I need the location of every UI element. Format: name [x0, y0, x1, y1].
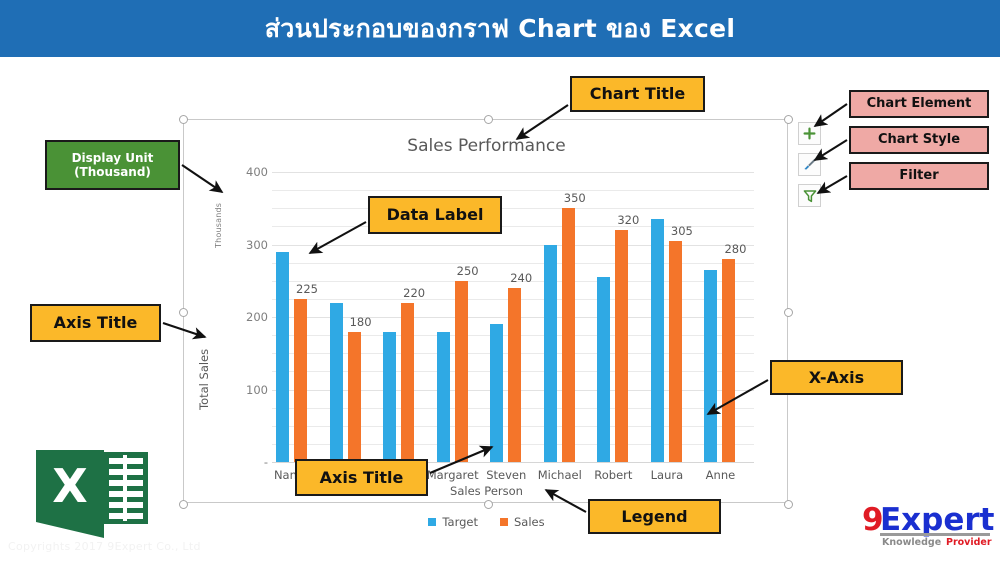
resize-handle-middle-left[interactable] — [179, 308, 188, 317]
y-axis-tick-label: 100 — [246, 382, 268, 397]
legend-swatch — [499, 518, 508, 526]
data-label[interactable]: 180 — [338, 315, 384, 329]
bar-group[interactable]: 320 Robert — [593, 172, 647, 482]
display-unit-label[interactable]: Thousands — [214, 203, 223, 248]
page-title: ส่วนประกอบของกราฟ Chart ของ Excel — [264, 13, 736, 43]
excel-icon: X — [36, 450, 148, 538]
brand-tagline-provider: Provider — [946, 537, 992, 548]
y-axis-tick-label: 300 — [246, 237, 268, 252]
data-label[interactable]: 225 — [284, 282, 330, 296]
bar-sales[interactable] — [454, 280, 468, 462]
chart-filters-button[interactable] — [798, 184, 821, 207]
y-axis-tick-label: 200 — [246, 310, 268, 324]
resize-handle-top-right[interactable] — [784, 115, 793, 124]
legend-label: Sales — [513, 515, 545, 529]
data-label[interactable]: 305 — [659, 224, 705, 238]
bar-group[interactable]: 350 Michael — [538, 172, 594, 482]
bar-sales[interactable] — [561, 208, 575, 462]
legend-item[interactable]: Sales — [499, 515, 545, 529]
x-axis-category-label: Robert — [594, 468, 633, 482]
bar-target[interactable] — [704, 269, 718, 462]
callout-display-unit: Display Unit (Thousand) — [45, 140, 180, 190]
funnel-icon — [803, 189, 816, 202]
arrow-filter — [816, 175, 848, 194]
bar-target[interactable] — [383, 331, 397, 462]
chart-title[interactable]: Sales Performance — [184, 136, 789, 156]
bar-sales[interactable] — [347, 331, 361, 462]
nineexpert-logo-icon: 9 Expert Knowledge Provider — [862, 502, 994, 548]
data-label[interactable]: 240 — [498, 271, 544, 285]
legend-item[interactable]: Target — [428, 515, 478, 529]
y-axis-tick-labels[interactable]: - 100 200 300 400 — [224, 165, 268, 469]
bar-group[interactable]: 305 Laura — [647, 172, 701, 482]
bar-group[interactable]: 225 Nancy — [272, 172, 326, 482]
resize-handle-middle-right[interactable] — [784, 308, 793, 317]
x-axis-category-label: Anne — [705, 468, 736, 482]
brand-logo: 9 Expert Knowledge Provider — [862, 500, 994, 548]
bar-target[interactable] — [490, 324, 504, 462]
x-axis-title[interactable]: Sales Person — [184, 484, 789, 498]
data-label[interactable]: 220 — [391, 286, 437, 300]
plus-icon — [803, 127, 816, 140]
chart-elements-button[interactable] — [798, 122, 821, 145]
y-axis-title[interactable]: Total Sales — [197, 349, 211, 410]
resize-handle-bottom-center[interactable] — [484, 500, 493, 509]
paintbrush-icon — [804, 158, 816, 170]
callout-axis-title-bottom: Axis Title — [295, 459, 428, 496]
callout-x-axis: X-Axis — [770, 360, 903, 395]
callout-filter: Filter — [849, 162, 989, 190]
callout-chart-title: Chart Title — [570, 76, 705, 112]
x-axis-category-label: Steven — [486, 468, 527, 482]
excel-logo: X — [36, 450, 154, 538]
callout-axis-title-left: Axis Title — [30, 304, 161, 342]
bar-group[interactable]: 280 Anne — [700, 172, 754, 482]
data-label[interactable]: 250 — [445, 264, 491, 278]
x-axis-category-label: Margaret — [426, 468, 479, 482]
bar-target[interactable] — [436, 331, 450, 462]
resize-handle-top-center[interactable] — [484, 115, 493, 124]
resize-handle-bottom-right[interactable] — [784, 500, 793, 509]
bar-sales[interactable] — [615, 230, 629, 462]
y-axis-tick-label: 400 — [246, 165, 268, 179]
legend-swatch — [428, 518, 437, 526]
data-label[interactable]: 280 — [712, 242, 758, 256]
resize-handle-bottom-left[interactable] — [179, 500, 188, 509]
bar-sales[interactable] — [668, 240, 682, 462]
data-label[interactable]: 350 — [552, 191, 598, 205]
bar-sales[interactable] — [294, 298, 307, 462]
callout-legend: Legend — [588, 499, 721, 534]
brand-word: Expert — [880, 502, 994, 538]
y-axis-tick-label: - — [263, 455, 268, 469]
bar-sales[interactable] — [508, 288, 522, 462]
brand-tagline-knowledge: Knowledge — [882, 537, 941, 548]
callout-chart-style: Chart Style — [849, 126, 989, 154]
data-label[interactable]: 320 — [605, 213, 651, 227]
bar-sales[interactable] — [722, 259, 736, 462]
bar-sales[interactable] — [401, 302, 415, 462]
callout-display-unit-line1: Display Unit — [71, 150, 154, 165]
x-axis-category-label: Michael — [537, 468, 582, 482]
resize-handle-top-left[interactable] — [179, 115, 188, 124]
copyright-text: Copyrights 2017 9Expert Co., Ltd — [8, 540, 201, 553]
bar-target[interactable] — [650, 219, 664, 462]
bar-target[interactable] — [543, 244, 557, 462]
callout-data-label: Data Label — [368, 196, 502, 234]
bar-target[interactable] — [597, 277, 611, 462]
x-axis-category-label: Laura — [650, 468, 684, 482]
plot-area[interactable]: 225Nancy180Andrew220Janet250Margaret240S… — [272, 172, 754, 482]
legend-label: Target — [442, 515, 478, 529]
svg-text:X: X — [52, 459, 87, 513]
callout-display-unit-line2: (Thousand) — [74, 165, 151, 179]
excel-chart-object[interactable]: Sales Performance Thousands Total Sales … — [179, 115, 793, 529]
chart-styles-button[interactable] — [798, 153, 821, 176]
page-header: ส่วนประกอบของกราฟ Chart ของ Excel — [0, 0, 1000, 57]
callout-chart-element: Chart Element — [849, 90, 989, 118]
chart-side-buttons — [798, 122, 822, 215]
